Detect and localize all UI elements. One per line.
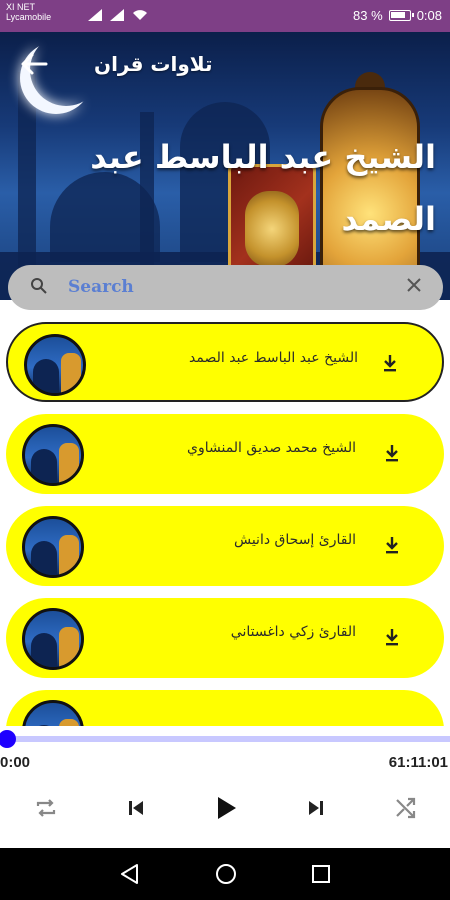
signal-icon — [88, 9, 102, 21]
shuffle-button[interactable] — [392, 794, 420, 822]
reciter-name: الشيخ محمد صديق المنشاوي — [187, 440, 356, 456]
repeat-icon — [36, 799, 56, 817]
reciter-name: القارئ زكي داغستاني — [230, 624, 356, 640]
clock: 0:08 — [416, 8, 442, 23]
minaret-shape — [18, 72, 36, 272]
nav-recents-icon[interactable] — [310, 862, 332, 886]
audio-player: 0:00 61:11:01 — [0, 726, 450, 848]
download-icon[interactable] — [384, 444, 400, 462]
search-input[interactable] — [68, 273, 368, 301]
shuffle-icon — [396, 797, 416, 819]
back-button[interactable] — [20, 52, 54, 80]
total-time: 61:11:01 — [388, 754, 448, 771]
play-icon — [218, 797, 236, 819]
reciter-list: الشيخ عبد الباسط عبد الصمد الشيخ محمد صد… — [0, 316, 450, 726]
screen-title: تلاوات قران — [94, 52, 213, 76]
previous-button[interactable] — [124, 794, 148, 822]
search-bar — [8, 265, 443, 310]
list-item[interactable]: الشيخ محمد صديق المنشاوي — [6, 414, 444, 494]
carrier-label: XI NET Lycamobile — [6, 2, 51, 22]
list-item[interactable]: القارئ زكي داغستاني — [6, 598, 444, 678]
arrow-left-icon — [21, 53, 48, 75]
list-item[interactable]: القارئ إسحاق دانيش — [6, 506, 444, 586]
avatar — [22, 516, 84, 578]
download-icon[interactable] — [384, 536, 400, 554]
search-icon — [31, 278, 47, 294]
nav-home-icon[interactable] — [214, 862, 238, 886]
reciter-name: الشيخ عبد الباسط عبد الصمد — [189, 350, 358, 366]
carrier-line-2: Lycamobile — [6, 12, 52, 22]
avatar — [22, 424, 84, 486]
reciter-title: الشيخ عبد الباسط عبد الصمد — [90, 138, 436, 238]
current-time: 0:00 — [0, 754, 31, 771]
carrier-line-1: XI NET — [6, 2, 36, 12]
avatar — [22, 608, 84, 670]
seek-bar[interactable] — [0, 736, 450, 742]
list-item[interactable] — [6, 690, 444, 726]
skip-next-icon — [309, 801, 323, 815]
download-icon[interactable] — [384, 628, 400, 646]
list-item[interactable]: الشيخ عبد الباسط عبد الصمد — [6, 322, 444, 402]
reciter-name: القارئ إسحاق دانيش — [233, 532, 356, 548]
system-nav-bar — [0, 848, 450, 900]
play-button[interactable] — [212, 794, 240, 822]
status-bar: XI NET Lycamobile 83 % 0:08 — [0, 0, 450, 32]
download-icon[interactable] — [382, 354, 398, 372]
nav-back-icon[interactable] — [118, 862, 140, 886]
close-icon[interactable] — [405, 275, 423, 300]
signal-icon-2 — [109, 9, 124, 21]
wifi-icon — [132, 10, 147, 20]
battery-percent: 83 % — [353, 8, 383, 23]
battery-icon — [388, 10, 414, 21]
header-banner: تلاوات قران الشيخ عبد الباسط عبد الصمد — [0, 32, 450, 300]
avatar — [24, 334, 86, 396]
seek-thumb[interactable] — [0, 730, 16, 748]
status-right: 83 % 0:08 — [353, 8, 442, 23]
next-button[interactable] — [304, 794, 328, 822]
repeat-button[interactable] — [32, 794, 60, 822]
skip-previous-icon — [129, 801, 143, 815]
avatar — [22, 700, 84, 726]
network-icons — [88, 9, 148, 24]
